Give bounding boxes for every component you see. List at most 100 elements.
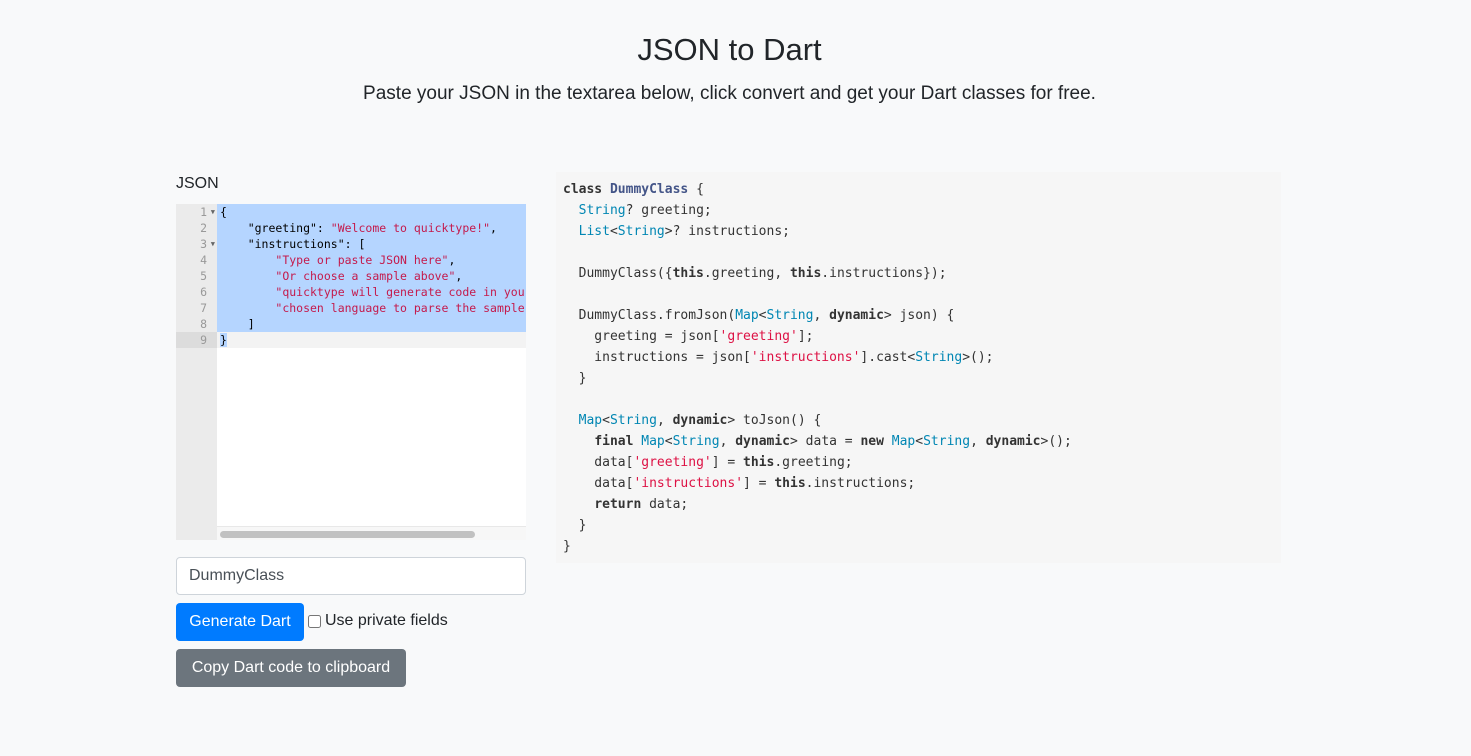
generate-dart-button[interactable]: Generate Dart: [176, 603, 304, 641]
code-line: return data;: [563, 494, 1274, 515]
code-token: return: [594, 497, 642, 512]
line-number: 6: [200, 285, 207, 299]
code-line: instructions = json['instructions'].cast…: [563, 347, 1274, 368]
code-line: DummyClass({this.greeting, this.instruct…: [563, 263, 1274, 284]
code-token: "instructions": [: [220, 237, 366, 251]
code-token: Map: [891, 434, 916, 449]
code-token: > data =: [790, 434, 861, 449]
code-token: this: [743, 455, 775, 470]
code-token: "quicktype will generate code in your: [275, 285, 526, 299]
horizontal-scrollbar[interactable]: [217, 526, 526, 540]
code-token: "Type or paste JSON here": [275, 253, 449, 267]
code-token: <: [664, 434, 673, 449]
code-line: DummyClass.fromJson(Map<String, dynamic>…: [563, 305, 1274, 326]
code-token: class: [563, 182, 603, 197]
private-fields-option[interactable]: Use private fields: [308, 612, 448, 630]
code-token: }: [220, 333, 227, 347]
code-token: 'greeting': [633, 455, 712, 470]
code-token: ]: [220, 317, 255, 331]
page-subtitle: Paste your JSON in the textarea below, c…: [363, 83, 1096, 104]
code-token: .greeting,: [703, 266, 790, 281]
class-name-input[interactable]: [176, 557, 526, 595]
code-token: DummyClass({: [563, 266, 673, 281]
code-token: .instructions});: [821, 266, 947, 281]
code-token: data;: [641, 497, 689, 512]
editor-line: "instructions": [: [217, 236, 526, 252]
code-token: ,: [455, 269, 463, 283]
code-line: greeting = json['greeting'];: [563, 326, 1274, 347]
line-number: 9: [176, 332, 217, 348]
code-token: 'instructions': [750, 350, 861, 365]
code-token: data[: [563, 476, 634, 491]
code-token: ? greeting;: [625, 203, 712, 218]
code-token: String: [923, 434, 971, 449]
code-token: ,: [970, 434, 986, 449]
private-fields-checkbox[interactable]: [308, 614, 321, 628]
copy-to-clipboard-button[interactable]: Copy Dart code to clipboard: [176, 649, 406, 687]
editor-line: "Type or paste JSON here",: [217, 252, 526, 268]
line-number: 4: [200, 253, 207, 267]
private-fields-label: Use private fields: [325, 612, 448, 629]
code-token: new: [860, 434, 884, 449]
code-line: Map<String, dynamic> toJson() {: [563, 410, 1274, 431]
code-token: {: [220, 205, 227, 219]
code-token: ].cast<: [860, 350, 916, 365]
editor-line: "greeting": "Welcome to quicktype!",: [217, 220, 526, 236]
code-token: ,: [448, 253, 456, 267]
json-editor[interactable]: 1 ▼ 2 3 ▼ 4 5 6 7 8 9 { "greeting": "Welcome to qu…: [176, 204, 526, 540]
fold-arrow-icon[interactable]: ▼: [211, 204, 215, 220]
code-token: >();: [962, 350, 994, 365]
page-title: JSON to Dart: [637, 32, 822, 67]
code-token: this: [672, 266, 704, 281]
code-token: String: [617, 224, 665, 239]
code-token: .greeting;: [774, 455, 853, 470]
line-number: 3 ▼: [200, 236, 215, 252]
fold-arrow-icon[interactable]: ▼: [211, 236, 215, 252]
code-token: 'greeting': [719, 329, 798, 344]
code-token: <: [602, 413, 610, 428]
editor-line: {: [217, 204, 526, 220]
code-token: final: [594, 434, 634, 449]
code-token: dynamic: [829, 308, 884, 323]
code-line: List<String>? instructions;: [563, 221, 1274, 242]
editor-lines[interactable]: { "greeting": "Welcome to quicktype!", "…: [217, 204, 526, 348]
code-token: >();: [1040, 434, 1072, 449]
scrollbar-thumb[interactable]: [220, 531, 475, 538]
line-number: 8: [200, 317, 207, 331]
line-number: 7: [200, 301, 207, 315]
code-token: > json) {: [883, 308, 955, 323]
selection: }: [220, 333, 227, 347]
code-token: String: [766, 308, 814, 323]
editor-line: "quicktype will generate code in your: [217, 284, 526, 300]
code-token: ,: [813, 308, 830, 323]
code-token: this: [789, 266, 822, 281]
code-line: }: [563, 536, 1274, 557]
code-token: data[: [563, 455, 634, 470]
code-token: ,: [656, 413, 673, 428]
code-token: "Or choose a sample above": [275, 269, 456, 283]
code-token: <: [758, 308, 767, 323]
editor-line: "Or choose a sample above",: [217, 268, 526, 284]
code-line: String? greeting;: [563, 200, 1274, 221]
code-token: 'instructions': [633, 476, 744, 491]
code-token: }: [563, 539, 571, 554]
code-token: dynamic: [672, 413, 728, 428]
code-token: String: [578, 203, 626, 218]
json-label: JSON: [176, 175, 219, 192]
code-token: String: [609, 413, 657, 428]
code-token: DummyClass: [609, 182, 689, 197]
code-token: "greeting":: [220, 221, 331, 235]
